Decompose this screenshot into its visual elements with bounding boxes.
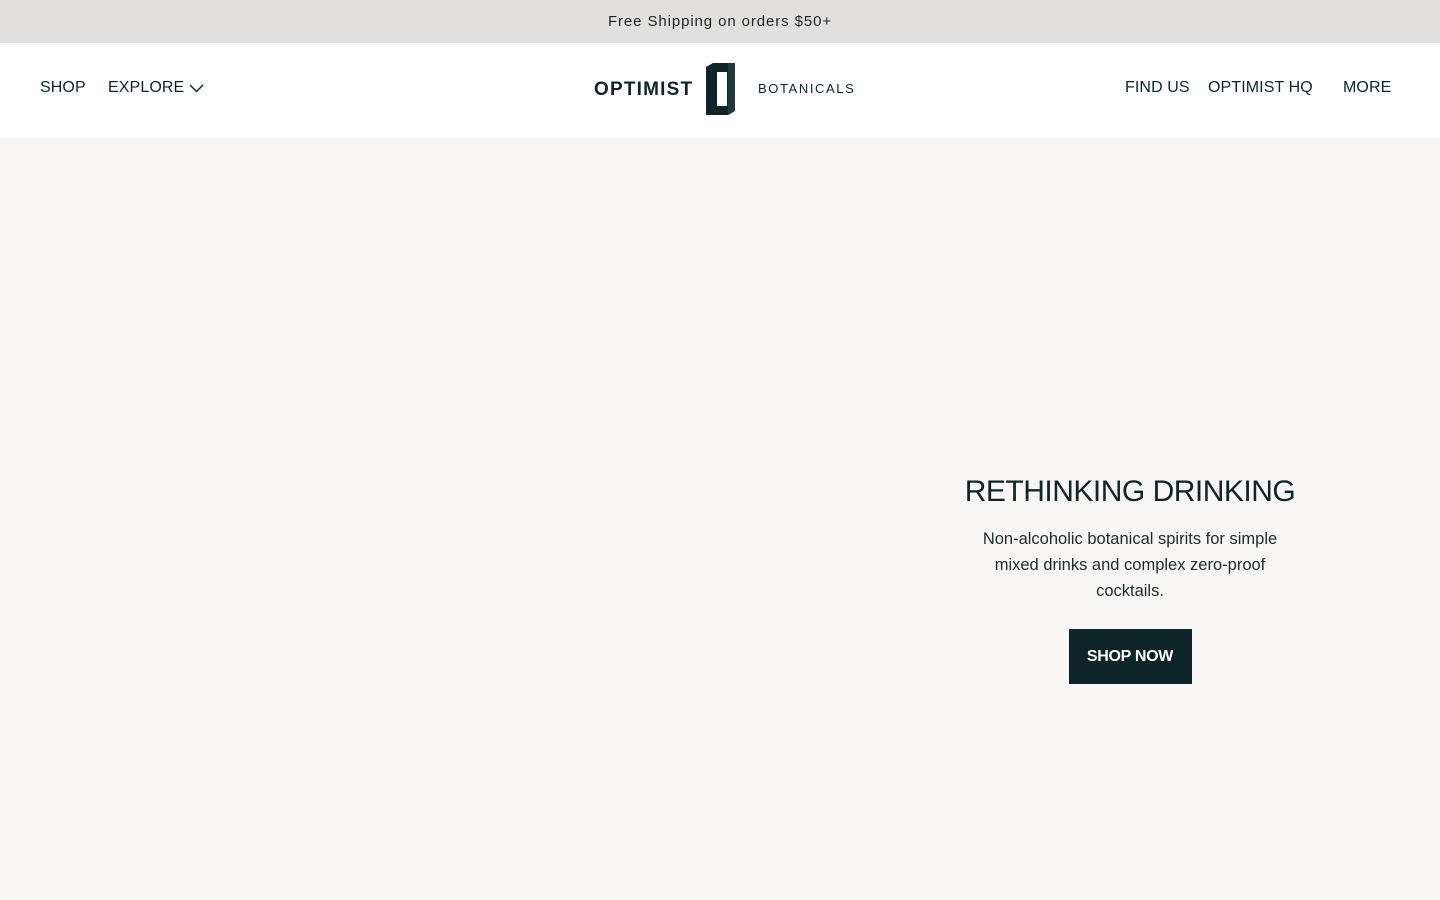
nav-find-us[interactable]: FIND US	[1125, 79, 1190, 97]
shop-now-button[interactable]: SHOP NOW	[1068, 629, 1192, 684]
nav-explore[interactable]: EXPLORE	[108, 79, 204, 97]
hero-section: RETHINKING DRINKING Non-alcoholic botani…	[0, 138, 1440, 900]
site-header: SHOP EXPLORE OPTIMIST BOTANICALS FIND US…	[0, 43, 1440, 138]
announcement-text: Free Shipping on orders $50+	[607, 13, 833, 30]
site-logo[interactable]: OPTIMIST BOTANICALS	[594, 63, 854, 115]
nav-shop[interactable]: SHOP	[40, 79, 86, 97]
announcement-bar: Free Shipping on orders $50+	[0, 0, 1440, 43]
nav-explore-label: EXPLORE	[108, 79, 185, 96]
nav-more[interactable]: MORE	[1343, 79, 1391, 97]
hero-description: Non-alcoholic botanical spirits for simp…	[982, 530, 1278, 600]
logo-mark-icon	[706, 63, 735, 115]
hero-title: RETHINKING DRINKING	[964, 475, 1296, 508]
nav-optimist-hq[interactable]: OPTIMIST HQ	[1208, 79, 1313, 97]
logo-wordmark: OPTIMIST	[594, 79, 694, 100]
hero-content: RETHINKING DRINKING Non-alcoholic botani…	[950, 474, 1310, 684]
logo-subtitle: BOTANICALS	[758, 81, 856, 96]
chevron-down-icon	[189, 84, 204, 92]
